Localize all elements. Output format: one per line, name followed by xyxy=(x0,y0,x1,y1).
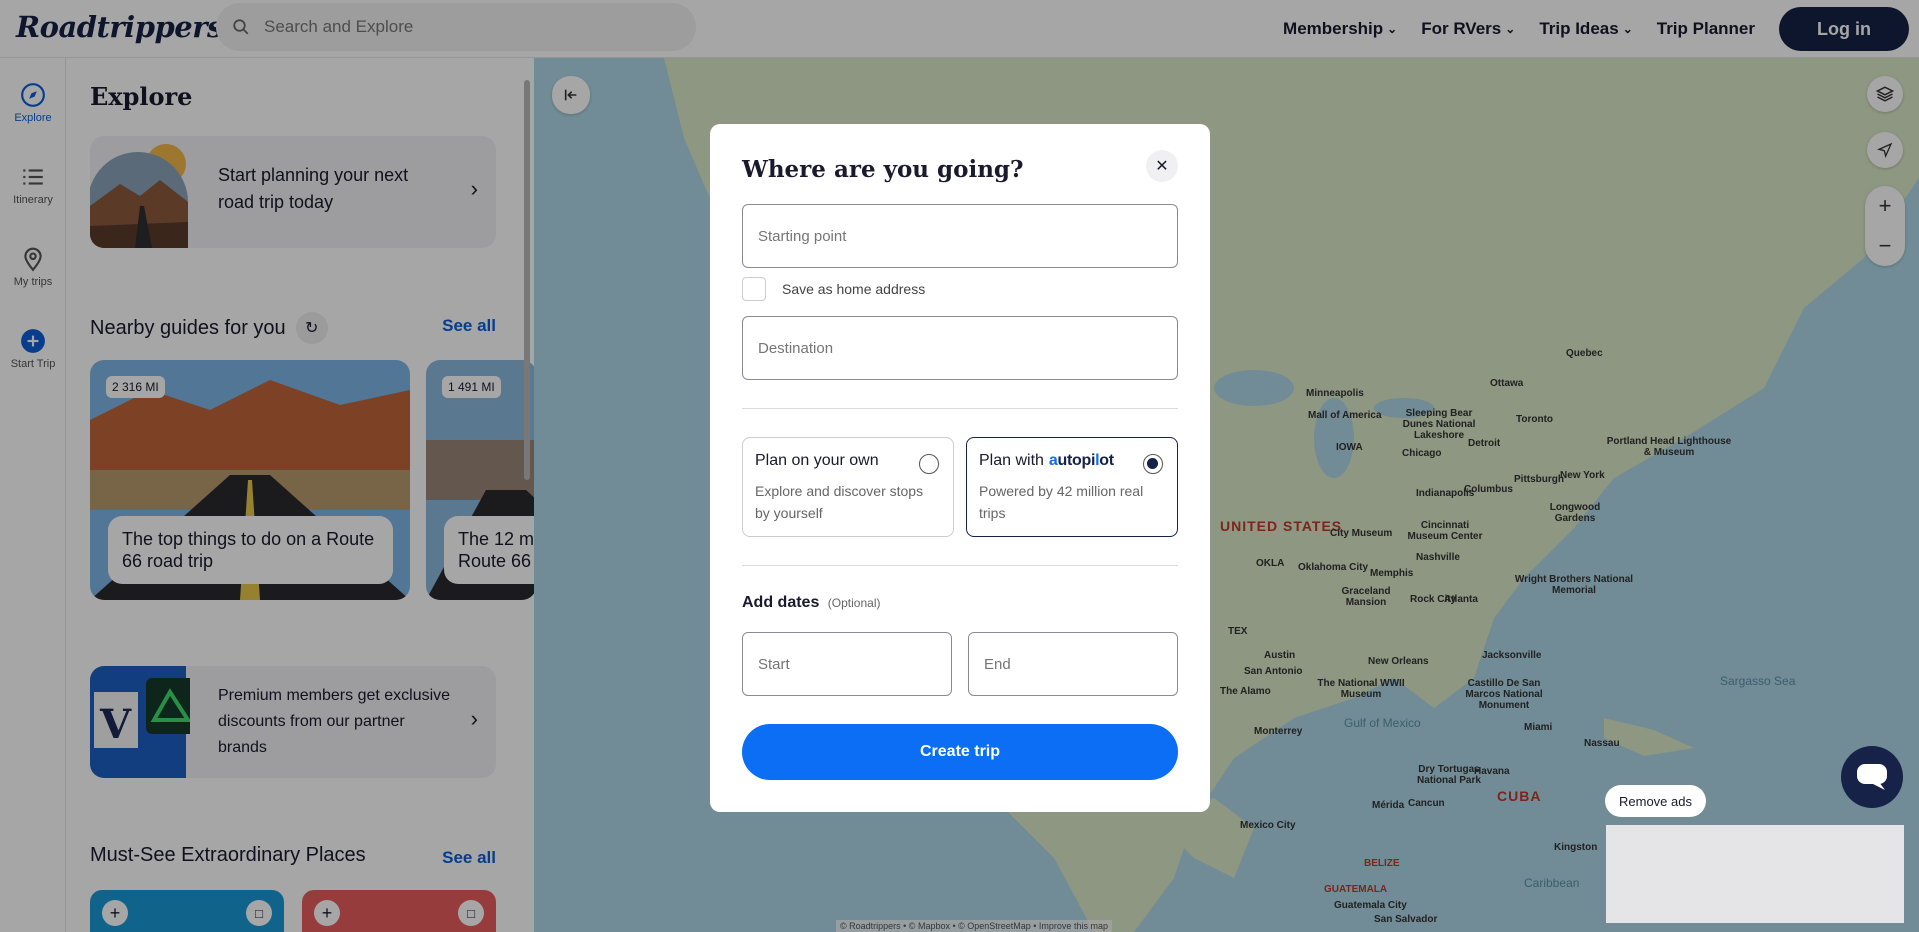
start-date-input[interactable] xyxy=(742,632,952,696)
dialog-title: Where are you going? xyxy=(742,156,1024,183)
create-trip-button[interactable]: Create trip xyxy=(742,724,1178,780)
starting-point-input[interactable] xyxy=(742,204,1178,268)
plan-autopilot-desc: Powered by 42 million real trips xyxy=(979,483,1144,521)
autopilot-logo-end: ot xyxy=(1099,452,1114,469)
plan-own-title: Plan on your own xyxy=(755,452,879,469)
save-home-row[interactable]: Save as home address xyxy=(742,277,925,301)
create-trip-dialog: Where are you going? ✕ Save as home addr… xyxy=(710,124,1210,812)
optional-label: (Optional) xyxy=(827,596,881,610)
plan-own-desc: Explore and discover stops by yourself xyxy=(755,483,924,521)
plan-autopilot-option[interactable]: Plan with autopilot Powered by 42 millio… xyxy=(966,437,1178,537)
end-date-input[interactable] xyxy=(968,632,1178,696)
plan-autopilot-title: Plan with xyxy=(979,452,1044,469)
autopilot-logo-mid: utopi xyxy=(1057,452,1096,469)
plan-autopilot-radio[interactable] xyxy=(1143,454,1163,474)
plan-own-radio[interactable] xyxy=(919,454,939,474)
divider xyxy=(742,408,1178,409)
plan-autopilot-title-row: Plan with autopilot xyxy=(979,450,1165,472)
chat-bubble-icon xyxy=(1857,764,1887,790)
destination-input[interactable] xyxy=(742,316,1178,380)
autopilot-logo-a: a xyxy=(1048,452,1058,469)
save-home-checkbox[interactable] xyxy=(742,277,766,301)
plan-own-option[interactable]: Plan on your own Explore and discover st… xyxy=(742,437,954,537)
add-dates-text: Add dates xyxy=(742,594,820,611)
close-icon[interactable]: ✕ xyxy=(1146,150,1178,182)
divider xyxy=(742,565,1178,566)
autopilot-logo: autopilot xyxy=(1049,452,1114,470)
chat-button[interactable] xyxy=(1841,746,1903,808)
remove-ads-button[interactable]: Remove ads xyxy=(1605,785,1706,817)
save-home-label: Save as home address xyxy=(782,281,926,297)
add-dates-label: Add dates (Optional) xyxy=(742,594,880,612)
ad-placeholder xyxy=(1606,825,1904,923)
